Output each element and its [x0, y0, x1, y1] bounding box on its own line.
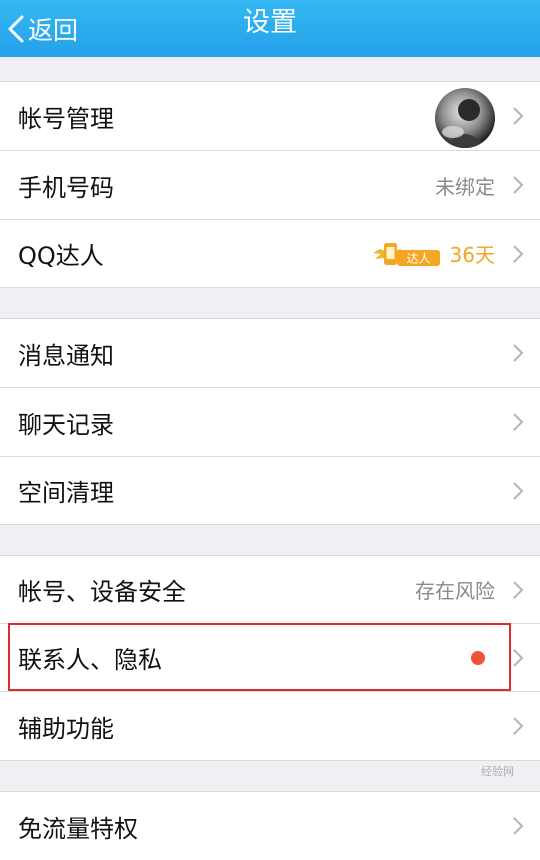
expert-days-count: 36天 — [449, 243, 495, 267]
page-title: 设置 — [243, 7, 297, 38]
chevron-right-icon — [512, 106, 524, 126]
settings-item-label: 手机号码 — [18, 173, 114, 202]
settings-item-label: 空间清理 — [18, 479, 114, 507]
settings-item-label: 免流量特权 — [18, 814, 138, 843]
chevron-right-icon — [512, 244, 524, 264]
settings-item-label: QQ达人 — [18, 242, 104, 270]
settings-item-label: 消息通知 — [18, 341, 114, 370]
watermark-text: 经验网 — [481, 766, 514, 778]
qq-expert-badge: 达人 36天 — [370, 220, 495, 287]
chevron-right-icon — [512, 343, 524, 363]
settings-item-account[interactable]: 帐号管理 — [0, 82, 540, 150]
settings-item-label: 辅助功能 — [18, 714, 114, 743]
settings-item-chat-history[interactable]: 聊天记录 — [0, 388, 540, 456]
winged-phone-icon: 达人 — [371, 242, 440, 266]
divider — [0, 524, 540, 525]
phone-status-value: 未绑定 — [435, 174, 495, 199]
divider — [0, 760, 540, 761]
chevron-right-icon — [512, 412, 524, 432]
title-bar: 返回 设置 — [0, 0, 540, 57]
badge-text: 达人 — [406, 251, 430, 265]
settings-item-label: 帐号管理 — [18, 104, 114, 133]
settings-item-label: 帐号、设备安全 — [18, 578, 186, 606]
chevron-right-icon — [512, 648, 524, 668]
highlight-annotation-box — [8, 623, 511, 691]
settings-item-free-data[interactable]: 免流量特权 — [0, 792, 540, 860]
settings-item-notifications[interactable]: 消息通知 — [0, 319, 540, 387]
settings-item-phone[interactable]: 手机号码 未绑定 — [0, 151, 540, 219]
settings-item-accessibility[interactable]: 辅助功能 — [0, 692, 540, 760]
chevron-right-icon — [512, 580, 524, 600]
user-avatar — [435, 88, 495, 148]
chevron-right-icon — [512, 816, 524, 836]
chevron-right-icon — [512, 481, 524, 501]
chevron-right-icon — [512, 175, 524, 195]
settings-item-label: 聊天记录 — [18, 410, 114, 439]
chevron-right-icon — [512, 716, 524, 736]
security-status-value: 存在风险 — [415, 579, 495, 603]
settings-item-account-security[interactable]: 帐号、设备安全 存在风险 — [0, 556, 540, 623]
settings-item-storage-cleanup[interactable]: 空间清理 — [0, 457, 540, 524]
settings-item-qq-expert[interactable]: QQ达人 达人 36天 — [0, 220, 540, 287]
divider — [0, 287, 540, 288]
